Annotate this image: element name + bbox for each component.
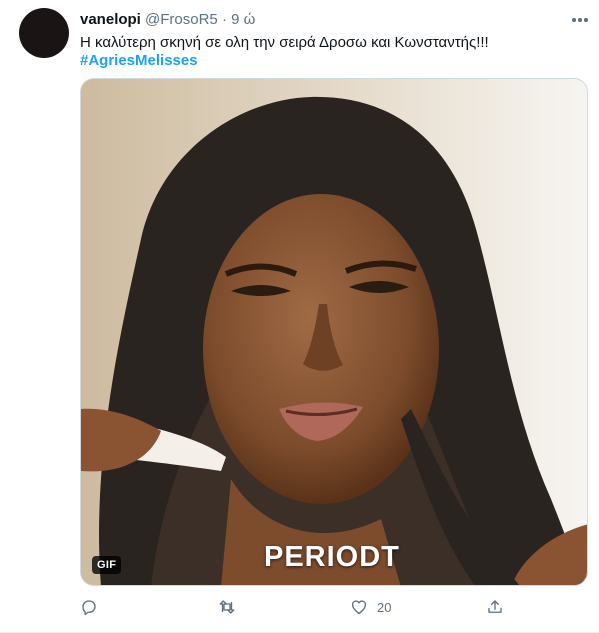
gif-badge: GIF (92, 556, 122, 574)
like-button[interactable]: 20 (350, 596, 391, 618)
separator-dot: · (221, 11, 227, 28)
timestamp[interactable]: 9 ώ (231, 11, 255, 28)
more-options-icon[interactable] (568, 12, 592, 28)
like-count: 20 (377, 599, 392, 615)
avatar[interactable] (19, 8, 69, 58)
display-name[interactable]: vanelopi (80, 11, 141, 28)
tweet-text: Η καλύτερη σκηνή σε ολη την σειρά Δροσω … (80, 34, 489, 51)
share-icon (488, 600, 502, 613)
retweet-button[interactable] (218, 596, 236, 618)
gif-frame-image (81, 79, 587, 585)
gif-media[interactable]: GIF PERIODT (80, 78, 588, 586)
hashtag-link[interactable]: #AgriesMelisses (80, 51, 198, 70)
tweet[interactable]: vanelopi @FrosoR5 · 9 ώ Η καλύτερη σκηνή… (0, 0, 599, 633)
reply-button[interactable] (80, 596, 98, 618)
gif-caption: PERIODT (264, 541, 400, 573)
tweet-header: vanelopi @FrosoR5 · 9 ώ (80, 10, 559, 30)
share-button[interactable] (486, 596, 504, 618)
action-bar: 20 (80, 596, 588, 620)
user-handle[interactable]: @FrosoR5 (145, 11, 218, 28)
reply-icon (82, 600, 96, 616)
retweet-icon (219, 600, 235, 614)
heart-icon (351, 600, 367, 615)
